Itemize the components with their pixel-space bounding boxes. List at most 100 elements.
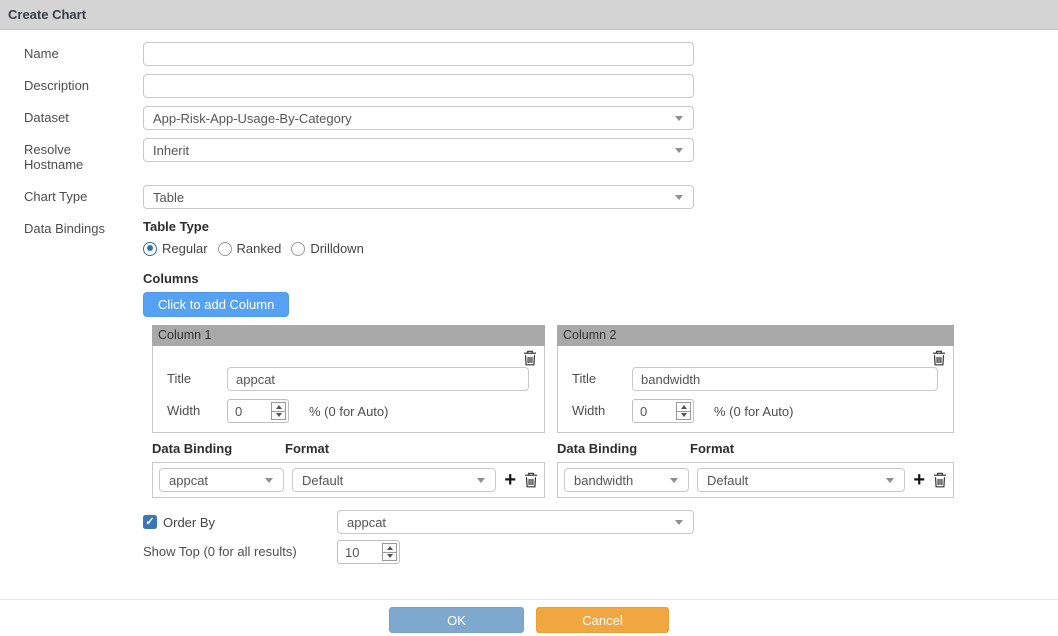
stepper-up-icon[interactable] [677,403,690,411]
column-2-title-input[interactable] [632,367,938,391]
description-label: Description [0,74,143,98]
column-2-width-hint: % (0 for Auto) [694,399,793,423]
column-panel-2: Column 2 Title [557,325,954,498]
column-2-width-label: Width [572,399,632,423]
format-heading: Format [690,441,734,456]
chevron-down-icon [675,148,683,153]
data-binding-heading: Data Binding [557,441,690,456]
show-top-value: 10 [338,541,382,563]
chart-type-select[interactable]: Table [143,185,694,209]
delete-column-icon[interactable] [523,350,537,366]
description-input[interactable] [143,74,694,98]
table-type-options: Regular Ranked Drilldown [143,241,954,256]
chevron-down-icon [675,116,683,121]
order-by-checkbox[interactable]: ✓ [143,515,157,529]
column-1-binding-select[interactable]: appcat [159,468,284,492]
add-binding-icon[interactable]: + [913,472,925,488]
delete-binding-icon[interactable] [933,472,947,488]
ok-button[interactable]: OK [389,607,524,633]
radio-ranked[interactable] [218,242,232,256]
show-top-label: Show Top (0 for all results) [143,540,337,564]
column-2-binding-row: bandwidth Default + [557,462,954,498]
name-label: Name [0,42,143,66]
column-1-width-value: 0 [228,400,271,422]
column-1-binding-row: appcat Default + [152,462,545,498]
data-bindings-label: Data Bindings [0,217,143,564]
column-1-width-label: Width [167,399,227,423]
column-2-format-select[interactable]: Default [697,468,905,492]
radio-regular[interactable] [143,242,157,256]
resolve-hostname-select[interactable]: Inherit [143,138,694,162]
cancel-button[interactable]: Cancel [536,607,669,633]
column-panel-1: Column 1 Title [152,325,545,498]
order-by-select-value: appcat [347,515,386,530]
delete-column-icon[interactable] [932,350,946,366]
column-2-body: Title Width 0 % (0 for Auto) [557,346,954,433]
columns-heading: Columns [143,271,954,286]
stepper-up-icon[interactable] [383,544,396,552]
column-2-title-label: Title [572,367,632,391]
column-1-format-value: Default [302,473,343,488]
table-type-heading: Table Type [143,219,954,234]
column-2-header: Column 2 [557,325,954,346]
check-icon: ✓ [145,517,154,528]
column-panels: Column 1 Title [152,325,954,498]
stepper-down-icon[interactable] [272,411,285,420]
stepper-up-icon[interactable] [272,403,285,411]
column-2-binding-value: bandwidth [574,473,633,488]
delete-binding-icon[interactable] [524,472,538,488]
column-1-binding-headings: Data Binding Format [152,433,545,462]
dataset-label: Dataset [0,106,143,130]
chart-type-select-value: Table [153,190,184,205]
column-1-width-hint: % (0 for Auto) [289,399,388,423]
dialog-titlebar: Create Chart [0,0,1058,30]
chevron-down-icon [670,478,678,483]
resolve-hostname-row: Resolve Hostname Inherit [0,138,1058,172]
radio-ranked-label: Ranked [237,241,282,256]
data-bindings-row: Data Bindings Table Type Regular Ranked … [0,217,1058,564]
chart-type-label: Chart Type [0,185,143,209]
chevron-down-icon [675,520,683,525]
stepper-down-icon[interactable] [677,411,690,420]
stepper-down-icon[interactable] [383,552,396,561]
chevron-down-icon [675,195,683,200]
resolve-hostname-select-value: Inherit [153,143,189,158]
data-binding-heading: Data Binding [152,441,285,456]
name-row: Name [0,42,1058,66]
column-2-binding-headings: Data Binding Format [557,433,954,462]
order-by-row: ✓ Order By appcat [143,510,954,534]
radio-regular-label: Regular [162,241,208,256]
radio-drilldown[interactable] [291,242,305,256]
column-1-header: Column 1 [152,325,545,346]
column-2-binding-select[interactable]: bandwidth [564,468,689,492]
chart-type-row: Chart Type Table [0,185,1058,209]
add-column-button[interactable]: Click to add Column [143,292,289,317]
format-heading: Format [285,441,329,456]
column-2-width-value: 0 [633,400,676,422]
column-1-title-input[interactable] [227,367,529,391]
create-chart-form: Name Description Dataset App-Risk-App-Us… [0,30,1058,564]
add-binding-icon[interactable]: + [504,472,516,488]
radio-drilldown-label: Drilldown [310,241,363,256]
column-2-width-stepper[interactable]: 0 [632,399,694,423]
dataset-select[interactable]: App-Risk-App-Usage-By-Category [143,106,694,130]
order-by-select[interactable]: appcat [337,510,694,534]
dataset-select-value: App-Risk-App-Usage-By-Category [153,111,352,126]
column-1-binding-value: appcat [169,473,208,488]
create-chart-dialog: Create Chart Name Description Dataset Ap… [0,0,1058,636]
dialog-footer: OK Cancel [0,599,1058,633]
column-2-format-value: Default [707,473,748,488]
name-input[interactable] [143,42,694,66]
chevron-down-icon [886,478,894,483]
dataset-row: Dataset App-Risk-App-Usage-By-Category [0,106,1058,130]
column-1-format-select[interactable]: Default [292,468,496,492]
column-1-width-stepper[interactable]: 0 [227,399,289,423]
show-top-row: Show Top (0 for all results) 10 [143,540,954,564]
column-1-body: Title Width 0 % (0 for Auto) [152,346,545,433]
chevron-down-icon [477,478,485,483]
resolve-hostname-label: Resolve Hostname [0,138,143,172]
dialog-title: Create Chart [8,7,86,22]
show-top-stepper[interactable]: 10 [337,540,400,564]
chevron-down-icon [265,478,273,483]
column-1-title-label: Title [167,367,227,391]
